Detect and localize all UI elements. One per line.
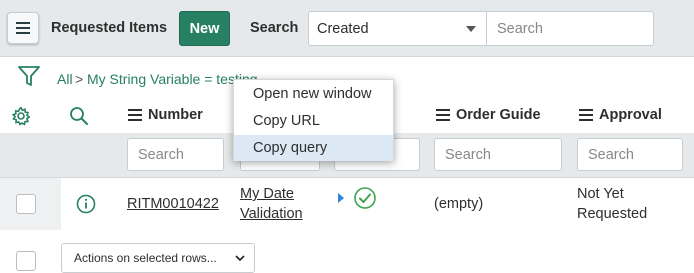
column-menu-icon[interactable] bbox=[128, 109, 142, 121]
new-button[interactable]: New bbox=[179, 11, 230, 46]
list-title: Requested Items bbox=[51, 20, 168, 36]
number-search-input[interactable] bbox=[127, 138, 224, 171]
search-label: Search bbox=[250, 20, 299, 36]
hamburger-menu-icon bbox=[16, 22, 30, 24]
breadcrumb-all[interactable]: All bbox=[57, 71, 73, 87]
item-link-line2[interactable]: Validation bbox=[240, 206, 303, 222]
select-all-checkbox[interactable] bbox=[16, 251, 36, 271]
search-field-value: Created bbox=[317, 20, 369, 37]
check-circle-icon bbox=[354, 187, 376, 209]
play-arrow-icon[interactable] bbox=[338, 193, 344, 203]
order-guide-cell: (empty) bbox=[434, 196, 484, 212]
row-checkbox[interactable] bbox=[16, 194, 36, 214]
item-link-line1[interactable]: My Date bbox=[240, 186, 294, 202]
record-number-link[interactable]: RITM0010422 bbox=[127, 196, 219, 212]
chevron-down-icon bbox=[235, 255, 245, 262]
order-guide-search-input[interactable] bbox=[434, 138, 562, 171]
column-menu-icon[interactable] bbox=[579, 109, 593, 121]
search-field-select[interactable]: Created bbox=[308, 11, 487, 46]
column-header-number[interactable]: Number bbox=[128, 107, 203, 123]
actions-label: Actions on selected rows... bbox=[74, 251, 217, 265]
actions-select[interactable]: Actions on selected rows... bbox=[61, 243, 255, 273]
menu-item-copy-query[interactable]: Copy query bbox=[234, 135, 393, 161]
info-icon[interactable] bbox=[76, 194, 96, 214]
select-caret-icon bbox=[466, 26, 476, 32]
list-menu-button[interactable] bbox=[7, 12, 39, 44]
approval-cell-line1: Not Yet bbox=[577, 186, 624, 202]
column-menu-icon[interactable] bbox=[436, 109, 450, 121]
column-header-approval[interactable]: Approval bbox=[579, 107, 662, 123]
column-header-order-guide[interactable]: Order Guide bbox=[436, 107, 541, 123]
approval-cell-line2: Requested bbox=[577, 206, 648, 222]
context-menu: Open new window Copy URL Copy query bbox=[233, 79, 394, 161]
search-icon[interactable] bbox=[69, 106, 89, 126]
breadcrumb-separator: > bbox=[75, 71, 84, 87]
breadcrumb-condition[interactable]: My String Variable = testing bbox=[87, 71, 258, 87]
filter-funnel-icon[interactable] bbox=[17, 64, 41, 88]
search-input[interactable] bbox=[486, 11, 654, 46]
gear-icon[interactable] bbox=[11, 106, 31, 126]
menu-item-copy-url[interactable]: Copy URL bbox=[234, 108, 393, 134]
approval-search-input[interactable] bbox=[577, 138, 683, 171]
menu-item-open-new-window[interactable]: Open new window bbox=[234, 81, 393, 107]
